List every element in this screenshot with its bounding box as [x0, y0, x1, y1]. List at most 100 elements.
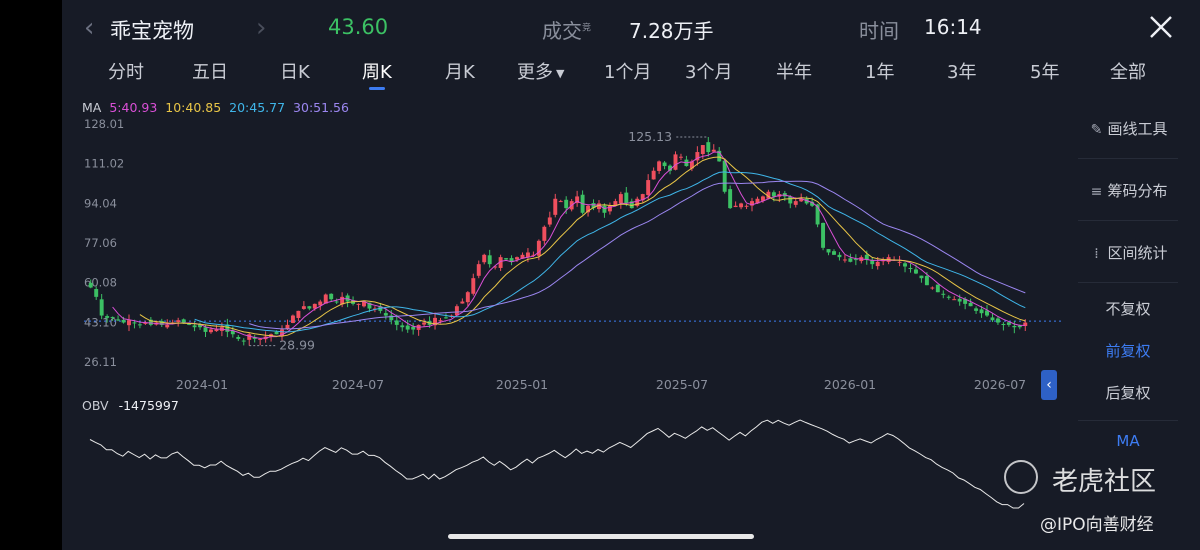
- ma-indicator-button[interactable]: MA: [1078, 432, 1178, 450]
- candle-body: [383, 313, 388, 316]
- candle-body: [504, 258, 509, 260]
- candle-body: [613, 201, 618, 206]
- candle-body: [842, 259, 847, 261]
- candle-body: [487, 255, 492, 265]
- candle-body: [471, 278, 476, 294]
- x-tick-label: 2025-01: [496, 377, 548, 392]
- no-adjust-button[interactable]: 不复权: [1078, 298, 1178, 319]
- back-arrow-icon[interactable]: ‹: [84, 13, 94, 43]
- chip-distribution-button[interactable]: ≡ 筹码分布: [1078, 180, 1178, 201]
- tab-intraday[interactable]: 分时: [108, 58, 144, 84]
- y-tick-label: 94.04: [84, 196, 117, 210]
- candle-body: [515, 257, 519, 260]
- tab-1-month[interactable]: 1个月: [604, 58, 651, 84]
- x-tick-label: 2024-01: [176, 377, 228, 392]
- candle-body: [165, 324, 170, 328]
- candle-body: [924, 276, 929, 286]
- tab-daily-k[interactable]: 日K: [280, 58, 310, 84]
- range-stats-button[interactable]: ⁞ 区间统计: [1078, 242, 1178, 263]
- dropdown-caret-icon: ▼: [556, 66, 565, 80]
- tab-3-year[interactable]: 3年: [947, 58, 976, 84]
- tab-five-day[interactable]: 五日: [192, 58, 228, 84]
- max-price-label: 125.13: [628, 129, 672, 144]
- candle-body: [329, 293, 334, 300]
- y-tick-label: 111.02: [84, 157, 124, 171]
- candle-body: [94, 289, 99, 297]
- candle-body: [476, 264, 481, 276]
- collapse-panel-button[interactable]: ‹: [1041, 370, 1057, 400]
- scrollbar[interactable]: [448, 534, 754, 539]
- candle-body: [241, 340, 246, 342]
- tab-1-year[interactable]: 1年: [865, 58, 894, 84]
- tab-weekly-k[interactable]: 周K: [362, 58, 392, 90]
- candle-body: [974, 308, 979, 311]
- current-price: 43.60: [328, 15, 389, 39]
- ma10-line: [139, 156, 1026, 337]
- candle-body: [542, 226, 547, 241]
- candle-body: [405, 325, 410, 330]
- stock-chart-app: ‹ 乖宝宠物 › 43.60 成交竞 7.28万手 时间 16:14 分时 五日…: [62, 0, 1200, 550]
- candle-body: [356, 303, 361, 305]
- candle-body: [739, 203, 744, 208]
- candle-body: [864, 254, 869, 260]
- volume-sup: 竞: [582, 23, 592, 34]
- draw-tool-button[interactable]: ✎ 画线工具: [1078, 118, 1178, 139]
- candle-body: [214, 329, 219, 332]
- candle-body: [110, 316, 115, 318]
- watermark: 老虎社区: [1004, 458, 1194, 498]
- candle-body: [553, 198, 558, 215]
- candle-body: [547, 217, 552, 225]
- post-adjust-button[interactable]: 后复权: [1078, 382, 1178, 403]
- tab-all[interactable]: 全部: [1110, 58, 1146, 84]
- candle-body: [903, 263, 908, 267]
- candle-body: [1001, 324, 1006, 326]
- obv-chart[interactable]: [62, 412, 1062, 542]
- forward-arrow-icon[interactable]: ›: [256, 13, 266, 43]
- candle-body: [733, 205, 738, 208]
- candle-body: [558, 201, 563, 203]
- candle-body: [127, 320, 131, 326]
- x-tick-label: 2025-07: [656, 377, 708, 392]
- candle-body: [1012, 325, 1017, 328]
- tab-5-year[interactable]: 5年: [1030, 58, 1059, 84]
- candle-body: [438, 320, 443, 322]
- candle-body: [274, 331, 279, 335]
- tab-3-month[interactable]: 3个月: [685, 58, 732, 84]
- candle-body: [728, 189, 733, 209]
- candle-body: [990, 317, 995, 321]
- candle-body: [771, 192, 776, 197]
- candle-body: [946, 296, 951, 298]
- candlestick-chart[interactable]: 128.01111.0294.0477.0660.0843.1026.11125…: [62, 112, 1062, 412]
- candle-body: [706, 142, 711, 153]
- candle-body: [465, 292, 470, 303]
- obv-legend: OBV -1475997: [82, 398, 179, 413]
- tab-half-year[interactable]: 半年: [776, 58, 812, 84]
- candle-body: [525, 252, 530, 257]
- divider: [1078, 420, 1178, 421]
- divider: [1078, 220, 1178, 221]
- candle-body: [258, 338, 263, 340]
- candle-body: [651, 170, 656, 180]
- candle-body: [722, 160, 727, 192]
- y-tick-label: 60.08: [84, 276, 117, 290]
- divider: [1078, 282, 1178, 283]
- pre-adjust-button[interactable]: 前复权: [1078, 340, 1178, 361]
- tab-monthly-k[interactable]: 月K: [445, 58, 475, 84]
- volume-value: 7.28万手: [629, 19, 714, 43]
- candle-body: [203, 327, 208, 332]
- pencil-icon: ✎: [1090, 122, 1103, 138]
- obv-value: -1475997: [118, 398, 179, 413]
- ma5-line: [112, 151, 1026, 339]
- obv-label: OBV: [82, 398, 109, 413]
- candle-body: [247, 334, 252, 340]
- candle-body: [602, 205, 607, 213]
- candle-body: [657, 161, 662, 171]
- candle-body: [788, 196, 793, 204]
- candle-body: [875, 261, 880, 267]
- candle-body: [422, 322, 427, 325]
- candle-body: [334, 301, 339, 303]
- candle-body: [564, 199, 569, 209]
- candle-body: [482, 254, 487, 263]
- close-icon[interactable]: [1148, 14, 1174, 40]
- tab-more[interactable]: 更多 ▼: [517, 58, 564, 84]
